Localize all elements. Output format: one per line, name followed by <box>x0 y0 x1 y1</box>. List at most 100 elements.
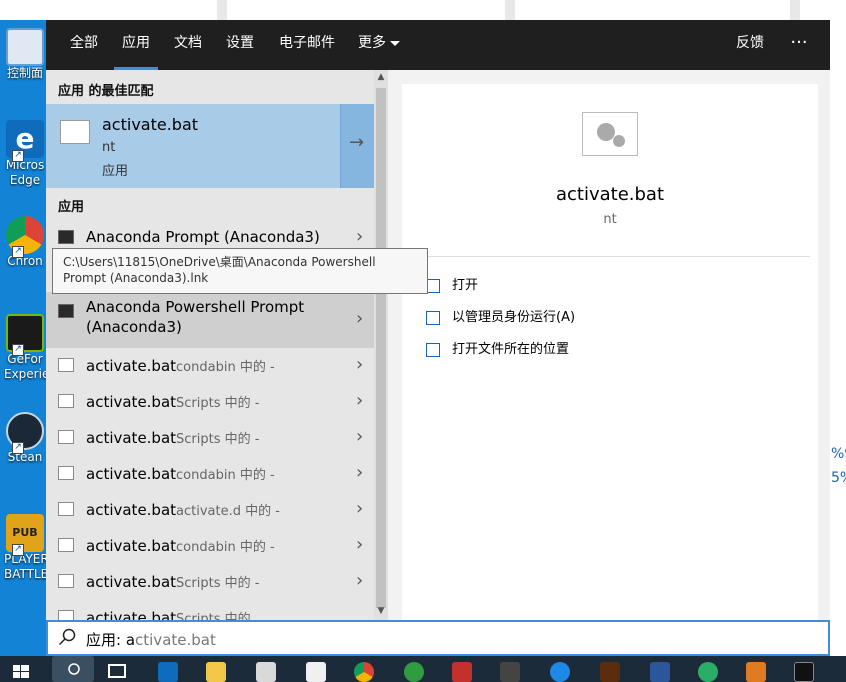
result-title: activate.bat <box>86 573 177 591</box>
desktop-icon-label: PLAYER BATTLE <box>4 552 46 581</box>
result-title: activate.bat <box>86 609 177 620</box>
list-item[interactable]: activate.batcondabin 中的 - › <box>46 456 374 492</box>
chevron-right-icon[interactable]: › <box>356 354 363 375</box>
app-icon[interactable] <box>452 662 472 682</box>
background-window <box>830 20 846 656</box>
list-item[interactable]: activate.batScripts 中的 - › <box>46 384 374 420</box>
file-explorer-icon[interactable] <box>206 662 226 682</box>
desktop-icon-label: Chron <box>7 254 43 268</box>
app-icon[interactable] <box>600 662 620 682</box>
taskbar <box>0 656 846 682</box>
action-label: 打开文件所在的位置 <box>452 342 570 357</box>
teamviewer-icon[interactable] <box>550 662 570 682</box>
background-text: %9 <box>831 446 846 462</box>
windows-start-icon[interactable] <box>12 662 32 682</box>
shortcut-arrow-icon: ↗ <box>12 344 24 356</box>
wechat-icon[interactable] <box>698 662 718 682</box>
result-location: condabin 中的 - <box>176 540 275 555</box>
chevron-right-icon[interactable]: › <box>356 570 363 591</box>
window-gap <box>217 0 227 20</box>
list-item[interactable]: activate.batactivate.d 中的 - › <box>46 492 374 528</box>
tab-more-label: 更多 <box>358 35 386 51</box>
open-action[interactable]: 打开 <box>426 274 478 293</box>
taskbar-search-button[interactable] <box>52 656 94 682</box>
desktop-icon-label: 控制面 <box>6 66 43 80</box>
list-item[interactable]: Anaconda Powershell Prompt (Anaconda3) › <box>46 292 374 348</box>
best-match-expand-button[interactable]: → <box>340 104 374 188</box>
search-icon <box>58 628 76 646</box>
terminal-icon[interactable] <box>794 662 814 682</box>
desktop-icon-control-panel[interactable]: 控制面 <box>4 28 46 81</box>
edge-icon[interactable] <box>158 662 178 682</box>
store-icon[interactable] <box>256 662 276 682</box>
result-title: activate.bat <box>86 429 177 447</box>
desktop-icon-geforce[interactable]: ↗ GeFor Experie <box>4 314 46 382</box>
chevron-right-icon[interactable]: › <box>356 462 363 483</box>
chrome-icon[interactable] <box>354 662 374 682</box>
results-scrollbar[interactable]: ▲ ▼ <box>374 70 388 620</box>
tab-documents[interactable]: 文档 <box>166 20 210 70</box>
terminal-icon <box>58 230 74 244</box>
chevron-right-icon[interactable]: › <box>356 390 363 411</box>
terminal-icon[interactable] <box>500 662 520 682</box>
scrollbar-thumb[interactable] <box>376 88 386 608</box>
result-location: Scripts 中的 - <box>176 576 260 591</box>
shortcut-arrow-icon: ↗ <box>12 150 24 162</box>
desktop-icon-edge[interactable]: e ↗ Micros Edge <box>4 120 46 188</box>
best-match-item[interactable]: activate.bat nt 应用 → <box>46 104 374 188</box>
tab-settings[interactable]: 设置 <box>218 20 262 70</box>
app-icon[interactable] <box>746 662 766 682</box>
search-box[interactable]: 应用: activate.bat <box>46 620 830 656</box>
word-icon[interactable] <box>650 662 670 682</box>
run-as-admin-action[interactable]: 以管理员身份运行(A) <box>426 306 575 325</box>
tab-email[interactable]: 电子邮件 <box>272 20 342 70</box>
search-top-bar: 全部 应用 文档 设置 电子邮件 更多 反馈 ··· <box>46 20 830 70</box>
chevron-right-icon[interactable]: › <box>356 308 363 329</box>
list-item[interactable]: activate.batScripts 中的 - › <box>46 420 374 456</box>
arrow-right-icon: → <box>349 132 365 153</box>
open-file-location-action[interactable]: 打开文件所在的位置 <box>426 338 569 357</box>
result-text: activate.batScripts 中的 - <box>86 572 259 591</box>
list-item[interactable]: activate.batcondabin 中的 - › <box>46 348 374 384</box>
feedback-button[interactable]: 反馈 <box>736 20 764 66</box>
tab-all[interactable]: 全部 <box>58 20 110 70</box>
more-options-button[interactable]: ··· <box>789 20 809 66</box>
result-text: activate.batScripts 中的 - <box>86 392 259 411</box>
chevron-right-icon[interactable]: › <box>356 534 363 555</box>
batch-file-icon <box>58 466 74 480</box>
list-item[interactable]: activate.batcondabin 中的 - › <box>46 528 374 564</box>
result-location: activate.d 中的 - <box>176 504 280 519</box>
list-item[interactable]: activate.batScripts 中的 - › <box>46 564 374 600</box>
mail-icon[interactable] <box>306 662 326 682</box>
best-match-title: activate.bat <box>102 115 199 134</box>
task-view-icon[interactable] <box>108 664 126 678</box>
result-text: activate.batactivate.d 中的 - <box>86 500 280 519</box>
results-list: 应用 的最佳匹配 activate.bat nt 应用 → 应用 Anacond… <box>46 70 374 620</box>
desktop-icon-chrome[interactable]: ↗ Chron <box>4 216 46 269</box>
divider <box>414 256 810 257</box>
chevron-right-icon[interactable]: › <box>356 426 363 447</box>
open-icon <box>426 278 440 293</box>
scroll-down-icon[interactable]: ▼ <box>375 606 387 616</box>
tab-apps[interactable]: 应用 <box>114 20 158 70</box>
result-title: Anaconda Prompt (Anaconda3) <box>86 228 320 246</box>
list-item[interactable]: activate.batScripts 中的 <box>46 600 374 620</box>
action-label: 打开 <box>452 278 479 293</box>
batch-file-icon <box>58 430 74 444</box>
chevron-right-icon[interactable]: › <box>356 226 363 247</box>
desktop-icon-steam[interactable]: ↗ Stean <box>4 412 46 465</box>
window-gap <box>505 0 515 20</box>
scroll-up-icon[interactable]: ▲ <box>375 72 387 82</box>
app-icon[interactable] <box>404 662 424 682</box>
desktop-icon-label: GeFor Experie <box>4 352 46 381</box>
result-title: activate.bat <box>86 393 177 411</box>
tab-more[interactable]: 更多 <box>350 20 408 70</box>
chevron-right-icon[interactable]: › <box>356 498 363 519</box>
shortcut-arrow-icon: ↗ <box>12 544 24 556</box>
result-title-line2: (Anaconda3) <box>86 318 182 336</box>
preview-pane: activate.bat nt 打开 以管理员身份运行(A) 打开文件所在的位置 <box>402 84 818 620</box>
search-typed: 应用: a <box>86 631 136 649</box>
desktop-icon-pubg[interactable]: PUB ↗ PLAYER BATTLE <box>4 514 46 582</box>
search-input[interactable]: 应用: activate.bat <box>86 629 216 650</box>
batch-file-icon <box>58 358 74 372</box>
